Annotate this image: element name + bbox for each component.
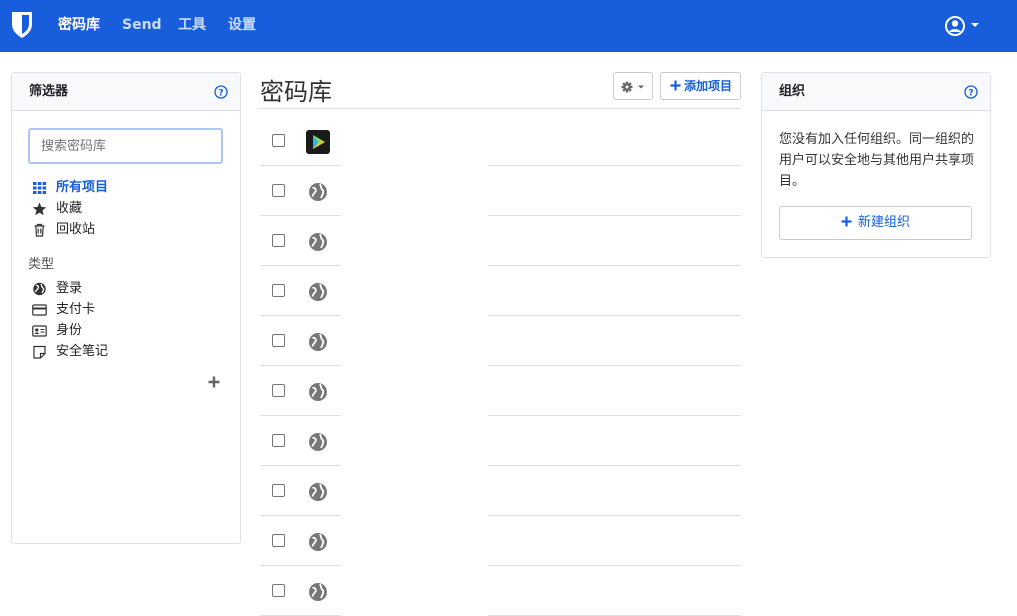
new-organization-button[interactable]: 新建组织 [779, 206, 972, 240]
globe-icon [309, 383, 327, 401]
filter-title: 筛选器 [29, 84, 69, 99]
star-icon [32, 202, 47, 216]
filter-label: 收藏 [56, 201, 83, 216]
user-circle-icon[interactable] [944, 14, 984, 38]
types-section-label: 类型 [28, 257, 55, 272]
vault-options-button[interactable] [613, 72, 653, 100]
id-card-icon [32, 325, 47, 337]
credit-card-icon [32, 304, 47, 316]
globe-icon [309, 433, 327, 451]
help-icon[interactable]: ? [214, 85, 228, 99]
row-checkbox[interactable] [272, 334, 285, 347]
vault-item-row[interactable] [260, 216, 741, 266]
grid-icon [33, 182, 47, 194]
globe-icon [309, 533, 327, 551]
nav-vault[interactable]: 密码库 [58, 15, 100, 35]
search-input[interactable] [28, 128, 223, 164]
globe-icon [309, 283, 327, 301]
vault-item-row[interactable] [260, 266, 741, 316]
page-title: 密码库 [260, 78, 332, 106]
gear-icon [621, 81, 644, 93]
new-organization-label: 新建组织 [857, 215, 910, 230]
filter-label: 所有项目 [56, 180, 109, 195]
trash-icon [34, 223, 45, 237]
plus-icon [670, 80, 681, 91]
row-checkbox[interactable] [272, 134, 285, 147]
nav-tools[interactable]: 工具 [178, 15, 206, 35]
row-checkbox[interactable] [272, 384, 285, 397]
app-favicon-icon [306, 130, 330, 154]
nav-send[interactable]: Send [122, 15, 162, 35]
filter-panel: 筛选器 ? 所有项目 收藏 回收站 类型 [11, 72, 241, 544]
filter-label: 身份 [56, 323, 83, 338]
nav-settings[interactable]: 设置 [228, 15, 256, 35]
globe-icon [309, 183, 327, 201]
vault-item-row[interactable] [260, 466, 741, 516]
vault-item-row[interactable] [260, 316, 741, 366]
vault-item-row[interactable] [260, 116, 741, 166]
row-checkbox[interactable] [272, 184, 285, 197]
row-checkbox[interactable] [272, 584, 285, 597]
filter-label: 安全笔记 [56, 344, 109, 359]
add-item-button[interactable]: 添加项目 [660, 72, 741, 100]
vault-item-row[interactable] [260, 566, 741, 616]
row-checkbox[interactable] [272, 284, 285, 297]
globe-icon [309, 233, 327, 251]
vault-item-row[interactable] [260, 366, 741, 416]
filter-label: 回收站 [56, 222, 96, 237]
svg-text:?: ? [968, 89, 973, 99]
row-checkbox[interactable] [272, 234, 285, 247]
globe-icon [33, 282, 46, 296]
globe-icon [309, 333, 327, 351]
note-icon [33, 345, 46, 359]
filter-label: 支付卡 [56, 302, 96, 317]
vault-item-row[interactable] [260, 416, 741, 466]
filter-panel-header: 筛选器 ? [12, 73, 240, 111]
title-divider [258, 108, 741, 109]
help-icon[interactable]: ? [964, 85, 978, 99]
add-folder-plus-icon[interactable] [207, 375, 221, 389]
svg-text:?: ? [218, 89, 223, 99]
bitwarden-shield-icon[interactable] [10, 11, 34, 39]
organizations-empty-message: 您没有加入任何组织。同一组织的用户可以安全地与其他用户共享项目。 [779, 132, 975, 189]
add-item-label: 添加项目 [684, 79, 733, 93]
globe-icon [309, 583, 327, 601]
vault-item-row[interactable] [260, 166, 741, 216]
top-navbar: 密码库 Send 工具 设置 [0, 0, 1017, 52]
row-checkbox[interactable] [272, 534, 285, 547]
vault-item-row[interactable] [260, 516, 741, 566]
row-checkbox[interactable] [272, 484, 285, 497]
plus-icon [841, 216, 852, 227]
organizations-panel-header: 组织 ? [762, 73, 990, 111]
row-checkbox[interactable] [272, 434, 285, 447]
globe-icon [309, 483, 327, 501]
organizations-panel: 组织 ? 您没有加入任何组织。同一组织的用户可以安全地与其他用户共享项目。 新建… [761, 72, 991, 258]
filter-label: 登录 [56, 281, 83, 296]
organizations-title: 组织 [779, 84, 806, 99]
